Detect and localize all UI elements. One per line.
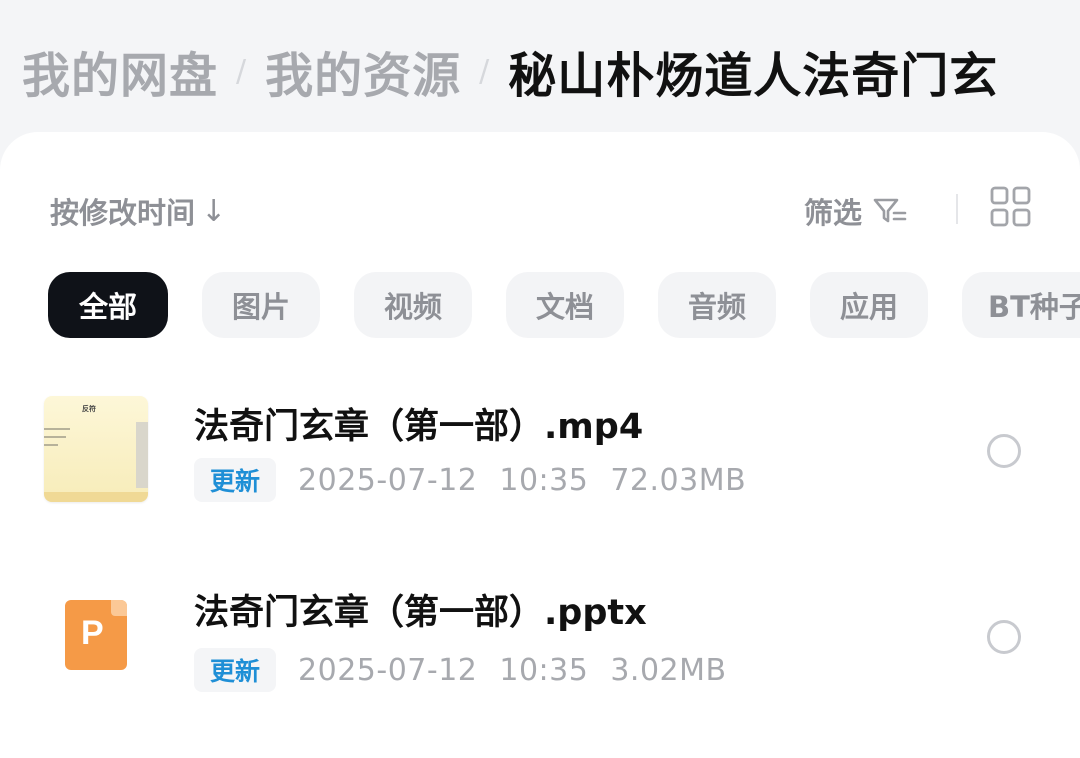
file-list-card: 按修改时间 ↓ 筛选 全部 图片 视频 文档 音频 应用 BT种子 反符 法奇门… [0, 132, 1080, 758]
filter-icon [873, 198, 907, 223]
file-date: 2025-07-12 [298, 652, 478, 688]
filter-label: 筛选 [804, 196, 863, 230]
thumbnail-line [44, 436, 66, 438]
pptx-file-icon: P [65, 600, 127, 670]
category-tabs: 全部 图片 视频 文档 音频 应用 BT种子 [48, 272, 1080, 338]
breadcrumb: 我的网盘 / 我的资源 / 秘山朴炀道人法奇门玄 [22, 36, 998, 106]
tab-audio[interactable]: 音频 [658, 272, 776, 338]
tab-images[interactable]: 图片 [202, 272, 320, 338]
sort-down-arrow-icon: ↓ [201, 193, 227, 229]
file-row[interactable]: 反符 法奇门玄章（第一部）.mp4 更新 2025-07-12 10:35 72… [0, 376, 1080, 516]
powerpoint-icon: P [65, 600, 127, 670]
breadcrumb-my-drive[interactable]: 我的网盘 [22, 36, 218, 106]
update-badge: 更新 [194, 648, 277, 692]
file-name: 法奇门玄章（第一部）.pptx [194, 593, 647, 633]
file-browser-screen: 我的网盘 / 我的资源 / 秘山朴炀道人法奇门玄 按修改时间 ↓ 筛选 全部 图… [0, 0, 1080, 758]
filter-button[interactable]: 筛选 [804, 190, 908, 232]
file-name: 法奇门玄章（第一部）.mp4 [194, 407, 644, 447]
file-size: 72.03MB [610, 462, 747, 498]
file-row[interactable]: P 法奇门玄章（第一部）.pptx 更新 2025-07-12 10:35 3.… [0, 562, 1080, 702]
thumbnail-line [44, 444, 58, 446]
file-meta: 更新 2025-07-12 10:35 72.03MB [194, 458, 746, 502]
sort-button[interactable]: 按修改时间 ↓ [50, 190, 226, 232]
grid-view-icon[interactable] [990, 186, 1032, 228]
video-thumbnail: 反符 [44, 396, 148, 502]
sort-label: 按修改时间 [50, 196, 196, 230]
video-poster-image: 反符 [44, 396, 148, 502]
powerpoint-icon-letter: P [81, 614, 104, 652]
list-toolbar: 按修改时间 ↓ 筛选 [0, 182, 1080, 238]
tab-apps[interactable]: 应用 [810, 272, 928, 338]
thumbnail-line [44, 428, 70, 430]
breadcrumb-separator: / [236, 53, 248, 89]
select-radio[interactable] [987, 434, 1021, 468]
file-size: 3.02MB [610, 652, 727, 688]
update-badge: 更新 [194, 458, 277, 502]
breadcrumb-current-folder: 秘山朴炀道人法奇门玄 [508, 48, 999, 104]
file-date: 2025-07-12 [298, 462, 478, 498]
tab-documents[interactable]: 文档 [506, 272, 624, 338]
thumbnail-side-strip [136, 422, 148, 488]
thumbnail-bottom-strip [44, 492, 148, 502]
file-time: 10:35 [499, 652, 589, 688]
select-radio[interactable] [987, 620, 1021, 654]
tab-bt-torrents[interactable]: BT种子 [962, 272, 1080, 338]
file-time: 10:35 [499, 462, 589, 498]
toolbar-divider [956, 194, 958, 224]
breadcrumb-my-resources[interactable]: 我的资源 [265, 36, 461, 106]
thumbnail-title: 反符 [82, 405, 96, 413]
tab-videos[interactable]: 视频 [354, 272, 472, 338]
file-meta: 更新 2025-07-12 10:35 3.02MB [194, 648, 727, 692]
breadcrumb-separator: / [479, 53, 491, 89]
tab-all[interactable]: 全部 [48, 272, 168, 338]
